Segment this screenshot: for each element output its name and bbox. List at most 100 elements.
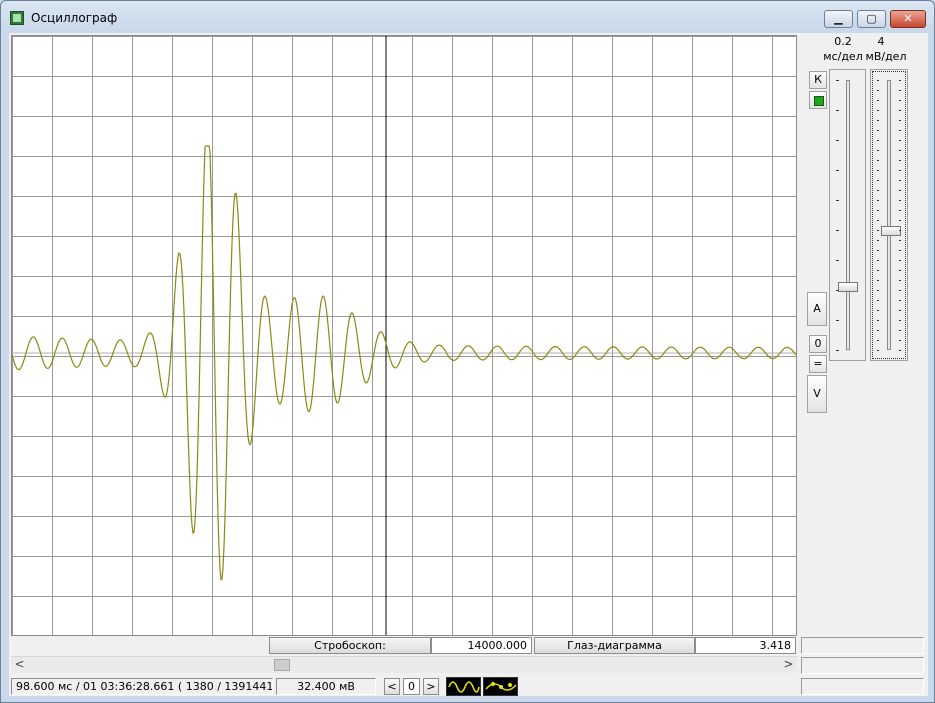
slider-tick <box>877 260 879 261</box>
signal-trace <box>12 145 796 581</box>
v-button[interactable]: V <box>807 375 827 413</box>
maximize-button[interactable]: ▢ <box>857 10 886 28</box>
side-panel-3 <box>801 678 924 695</box>
slider-tick <box>877 230 879 231</box>
eye-diagram-label[interactable]: Глаз-диаграмма <box>534 637 695 654</box>
voltage-status: 32.400 мВ <box>276 678 376 695</box>
k-button[interactable]: К <box>809 71 827 89</box>
volt-scale-unit: мВ/дел <box>865 50 907 63</box>
slider-tick <box>877 320 879 321</box>
time-slider-thumb[interactable] <box>838 282 858 292</box>
dotted-wave-icon[interactable] <box>483 677 518 696</box>
next-button[interactable]: > <box>423 678 439 695</box>
slider-tick <box>877 220 879 221</box>
slider-tick <box>877 190 879 191</box>
slider-tick <box>899 250 901 251</box>
client-area: 0.2 4 мс/дел мВ/дел К А 0 = V Стробоскоп… <box>9 33 928 696</box>
slider-tick <box>899 150 901 151</box>
slider-tick <box>899 80 901 81</box>
sine-wave-icon[interactable] <box>446 677 481 696</box>
slider-tick <box>877 180 879 181</box>
slider-tick <box>877 140 879 141</box>
a-button[interactable]: А <box>807 292 827 326</box>
title-bar[interactable]: Осциллограф ▁ ▢ ✕ <box>1 1 934 33</box>
stroboscope-label[interactable]: Стробоскоп: <box>269 637 431 654</box>
slider-tick <box>899 200 901 201</box>
slider-tick <box>877 210 879 211</box>
slider-tick <box>877 100 879 101</box>
slider-tick <box>899 90 901 91</box>
slider-tick <box>877 130 879 131</box>
right-control-panel: 0.2 4 мс/дел мВ/дел К А 0 = V <box>799 33 928 633</box>
slider-tick <box>899 280 901 281</box>
prev-button[interactable]: < <box>384 678 400 695</box>
slider-tick <box>877 330 879 331</box>
slider-tick <box>899 120 901 121</box>
minimize-button[interactable]: ▁ <box>824 10 853 28</box>
oscilloscope-app-icon <box>10 11 24 25</box>
oscilloscope-window: Осциллограф ▁ ▢ ✕ 0.2 4 мс/дел мВ/дел К <box>0 0 935 703</box>
slider-tick <box>899 180 901 181</box>
slider-tick <box>899 160 901 161</box>
slider-tick <box>899 190 901 191</box>
slider-tick <box>899 290 901 291</box>
slider-tick <box>899 220 901 221</box>
slider-tick <box>877 350 879 351</box>
slider-tick <box>877 150 879 151</box>
slider-tick <box>877 200 879 201</box>
slider-tick <box>899 310 901 311</box>
zero-button[interactable]: 0 <box>809 335 827 353</box>
slider-tick <box>877 170 879 171</box>
oscilloscope-screen[interactable] <box>11 35 797 636</box>
slider-tick <box>899 320 901 321</box>
volt-scale-slider[interactable] <box>870 69 908 361</box>
slider-tick <box>836 110 839 111</box>
green-square-icon[interactable] <box>809 91 827 109</box>
slider-tick <box>899 240 901 241</box>
volt-slider-thumb[interactable] <box>881 226 901 236</box>
horizontal-scrollbar[interactable]: < > <box>11 656 797 673</box>
slider-tick <box>877 90 879 91</box>
slider-tick <box>836 200 839 201</box>
time-scale-unit: мс/дел <box>823 50 863 63</box>
slider-tick <box>899 350 901 351</box>
volt-slider-track <box>887 80 891 350</box>
slider-tick <box>836 350 839 351</box>
slider-tick <box>899 100 901 101</box>
time-slider-track <box>846 80 850 350</box>
slider-tick <box>877 310 879 311</box>
scroll-thumb[interactable] <box>274 659 290 671</box>
stroboscope-value[interactable]: 14000.000 <box>431 637 532 654</box>
slider-tick <box>899 260 901 261</box>
equal-button[interactable]: = <box>809 355 827 373</box>
slider-tick <box>877 80 879 81</box>
slider-tick <box>899 170 901 171</box>
slider-tick <box>877 340 879 341</box>
slider-tick <box>899 340 901 341</box>
slider-tick <box>899 130 901 131</box>
counter-field[interactable]: 0 <box>403 678 420 695</box>
slider-tick <box>877 270 879 271</box>
close-button[interactable]: ✕ <box>890 10 926 28</box>
slider-tick <box>899 330 901 331</box>
time-scale-slider[interactable] <box>829 69 866 361</box>
slider-tick <box>899 110 901 111</box>
time-info-status: 98.600 мс / 01 03:36:28.661 ( 1380 / 139… <box>11 678 273 695</box>
scroll-right-arrow[interactable]: > <box>780 657 797 673</box>
slider-tick <box>836 290 839 291</box>
slider-tick <box>899 300 901 301</box>
slider-tick <box>836 260 839 261</box>
scroll-left-arrow[interactable]: < <box>11 657 28 673</box>
slider-tick <box>836 80 839 81</box>
slider-tick <box>836 170 839 171</box>
side-panel-2 <box>801 657 924 674</box>
side-panel-1 <box>801 637 924 654</box>
volt-scale-value: 4 <box>877 35 885 48</box>
slider-tick <box>877 280 879 281</box>
slider-tick <box>899 140 901 141</box>
slider-tick <box>877 120 879 121</box>
eye-diagram-value[interactable]: 3.418 <box>695 637 796 654</box>
slider-tick <box>899 210 901 211</box>
slider-tick <box>899 230 901 231</box>
time-scale-value: 0.2 <box>834 35 852 48</box>
